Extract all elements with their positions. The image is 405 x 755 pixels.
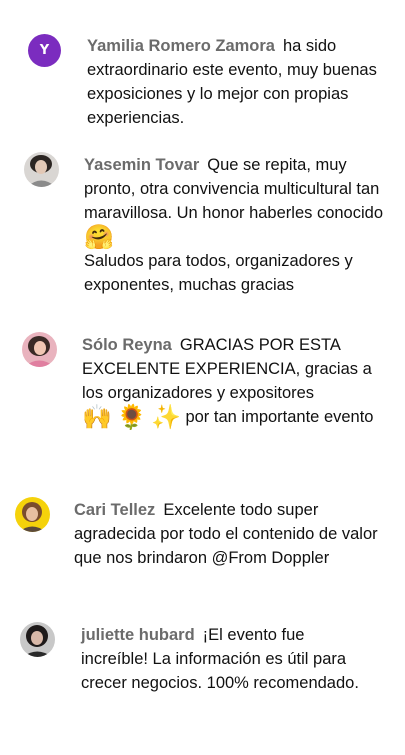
hugging-face-icon: 🤗 bbox=[84, 223, 114, 251]
avatar[interactable] bbox=[20, 622, 55, 657]
comment-text-continued: Saludos para todos, organizadores y expo… bbox=[84, 252, 353, 294]
sunflower-icon: 🌻 bbox=[116, 403, 147, 431]
comment-text-continued: por tan importante evento bbox=[185, 408, 374, 426]
comment-item: Yasemin Tovar Que se repita, muy pronto, … bbox=[0, 140, 405, 320]
comment-item: Y Yamilia Romero Zamora ha sido extraordi… bbox=[0, 0, 405, 140]
avatar[interactable]: Y bbox=[28, 34, 61, 67]
comment-body: Cari Tellez Excelente todo super agradeci… bbox=[74, 498, 386, 570]
raising-hands-icon: 🙌 bbox=[82, 403, 112, 431]
sparkles-icon: ✨ bbox=[150, 403, 181, 431]
comment-author[interactable]: Sólo Reyna bbox=[82, 336, 172, 354]
comment-body: juliette hubard ¡El evento fue increíble!… bbox=[81, 623, 371, 695]
comment-author[interactable]: Cari Tellez bbox=[74, 501, 155, 519]
comment-body: Yasemin Tovar Que se repita, muy pronto, … bbox=[84, 153, 392, 297]
comment-item: Cari Tellez Excelente todo super agradeci… bbox=[0, 485, 405, 610]
avatar[interactable] bbox=[24, 152, 59, 187]
comment-author[interactable]: juliette hubard bbox=[81, 626, 195, 644]
comment-item: juliette hubard ¡El evento fue increíble!… bbox=[0, 610, 405, 755]
avatar-letter: Y bbox=[28, 34, 61, 67]
comment-body: Yamilia Romero Zamora ha sido extraordina… bbox=[87, 34, 392, 130]
comment-author[interactable]: Yasemin Tovar bbox=[84, 156, 199, 174]
avatar[interactable] bbox=[15, 497, 50, 532]
comment-body: Sólo Reyna GRACIAS POR ESTA EXCELENTE EXP… bbox=[82, 333, 394, 429]
comment-author[interactable]: Yamilia Romero Zamora bbox=[87, 37, 275, 55]
avatar[interactable] bbox=[22, 332, 57, 367]
comment-item: Sólo Reyna GRACIAS POR ESTA EXCELENTE EXP… bbox=[0, 320, 405, 485]
